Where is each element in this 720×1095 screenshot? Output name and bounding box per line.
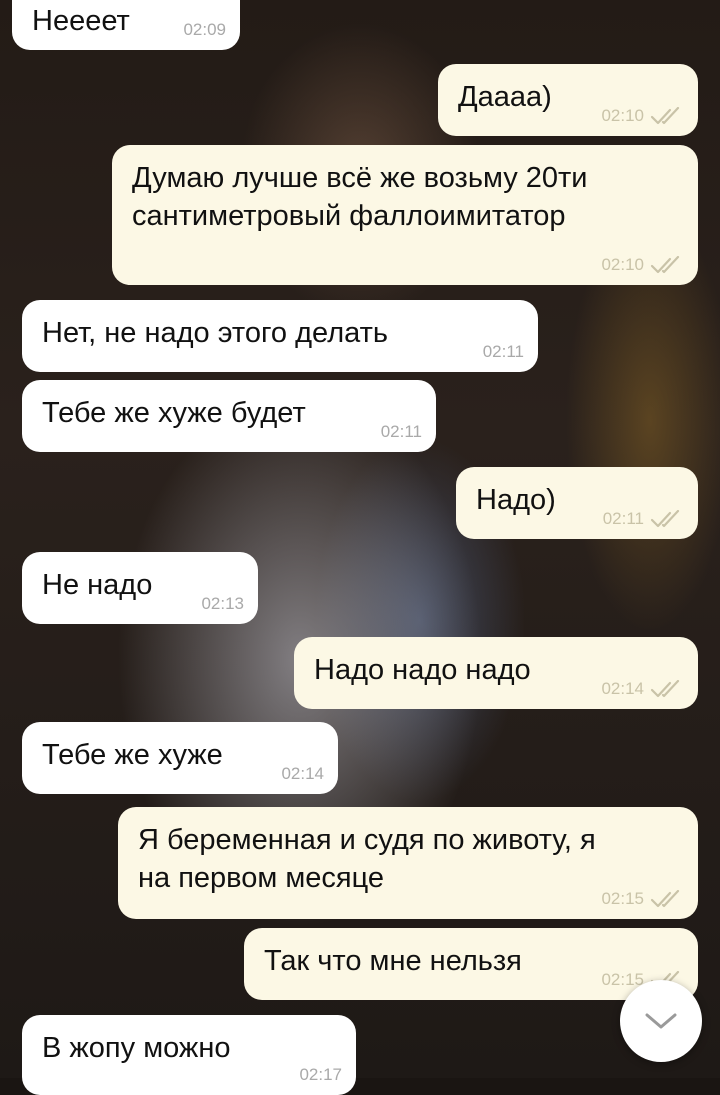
message-meta: 02:17 <box>299 1065 342 1085</box>
message-text-line: Не надо <box>42 569 153 601</box>
message-text: Надо) <box>476 481 556 519</box>
double-check-icon <box>650 107 680 125</box>
message-text-line: Так что мне нельзя <box>264 945 522 977</box>
outgoing-message-bubble[interactable]: Я беременная и судя по животу, я на перво… <box>118 807 698 919</box>
message-text: Нет, не надо этого делать <box>42 314 388 352</box>
message-time: 02:14 <box>281 764 324 783</box>
double-check-icon <box>650 510 680 528</box>
message-text-line: В жопу можно <box>42 1032 231 1064</box>
message-text-line: сантиметровый фаллоимитатор <box>132 200 566 232</box>
message-text: Так что мне нельзя <box>264 942 522 980</box>
message-time: 02:17 <box>299 1065 342 1084</box>
incoming-message-bubble[interactable]: Не надо 02:13 <box>22 552 258 624</box>
message-meta: 02:14 <box>281 764 324 784</box>
message-time: 02:10 <box>601 255 644 274</box>
message-text-line: Нет, не надо этого делать <box>42 317 389 349</box>
message-time: 02:09 <box>183 20 226 39</box>
message-text-line: Думаю лучше всё же возьму 20ти <box>132 162 588 194</box>
message-text: Надо надо надо <box>314 651 531 689</box>
message-text: Даааа) <box>458 78 552 116</box>
outgoing-message-bubble[interactable]: Даааа) 02:10 <box>438 64 698 136</box>
message-meta: 02:11 <box>603 509 684 529</box>
scroll-to-bottom-button[interactable] <box>620 980 702 1062</box>
message-time: 02:13 <box>201 594 244 613</box>
message-meta: 02:11 <box>483 342 524 362</box>
message-meta: 02:15 <box>601 889 684 909</box>
message-text-line: Я беременная и судя по животу, я <box>138 824 596 856</box>
message-text: Тебе же хуже будет <box>42 394 306 432</box>
outgoing-message-bubble[interactable]: Надо надо надо 02:14 <box>294 637 698 709</box>
double-check-icon <box>650 680 680 698</box>
message-text-line: Даааа) <box>458 81 552 113</box>
message-text-line: на первом месяце <box>138 862 385 894</box>
message-meta: 02:10 <box>601 106 684 126</box>
message-time: 02:11 <box>602 509 644 528</box>
chevron-down-icon <box>645 1013 677 1029</box>
message-text: Тебе же хуже <box>42 736 223 774</box>
message-meta: 02:14 <box>601 679 684 699</box>
incoming-message-bubble[interactable]: Неееет 02:09 <box>12 0 240 50</box>
message-text: Думаю лучше всё же возьму 20ти сантиметро… <box>132 159 588 235</box>
outgoing-message-bubble[interactable]: Думаю лучше всё же возьму 20ти сантиметро… <box>112 145 698 285</box>
message-text-line: Надо) <box>476 484 556 516</box>
message-text-line: Тебе же хуже <box>42 739 223 771</box>
message-text: Я беременная и судя по животу, я на перво… <box>138 821 596 897</box>
incoming-message-bubble[interactable]: Тебе же хуже 02:14 <box>22 722 338 794</box>
message-text-line: Надо надо надо <box>314 654 531 686</box>
outgoing-message-bubble[interactable]: Так что мне нельзя 02:15 <box>244 928 698 1000</box>
message-text: Неееет <box>32 2 130 40</box>
message-text-line: Тебе же хуже будет <box>42 397 306 429</box>
double-check-icon <box>650 256 680 274</box>
message-time: 02:11 <box>482 342 524 361</box>
message-time: 02:14 <box>601 679 644 698</box>
message-text: В жопу можно <box>42 1029 230 1067</box>
message-meta: 02:09 <box>183 20 226 40</box>
incoming-message-bubble[interactable]: Тебе же хуже будет 02:11 <box>22 380 436 452</box>
message-text-line: Неееет <box>32 5 130 37</box>
message-time: 02:11 <box>380 422 422 441</box>
message-meta: 02:13 <box>201 594 244 614</box>
double-check-icon <box>650 890 680 908</box>
outgoing-message-bubble[interactable]: Надо) 02:11 <box>456 467 698 539</box>
message-time: 02:10 <box>601 106 644 125</box>
message-meta: 02:11 <box>381 422 422 442</box>
message-time: 02:15 <box>601 889 644 908</box>
incoming-message-bubble[interactable]: В жопу можно 02:17 <box>22 1015 356 1095</box>
incoming-message-bubble[interactable]: Нет, не надо этого делать 02:11 <box>22 300 538 372</box>
message-text: Не надо <box>42 566 152 604</box>
message-meta: 02:10 <box>601 255 684 275</box>
